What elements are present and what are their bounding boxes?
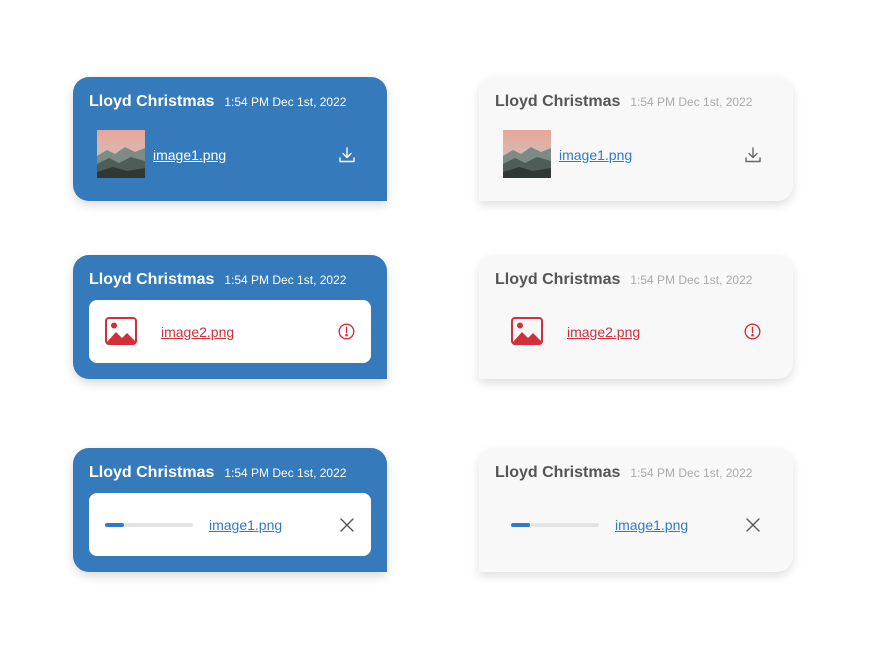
file-link[interactable]: image1.png (559, 147, 632, 163)
file-link[interactable]: image1.png (153, 147, 226, 163)
timestamp: 1:54 PM Dec 1st, 2022 (224, 95, 347, 109)
image-placeholder-icon (511, 317, 543, 350)
image-placeholder-icon (105, 317, 137, 350)
sender-name: Lloyd Christmas (495, 93, 621, 110)
image-thumbnail[interactable] (97, 130, 145, 178)
error-icon (744, 323, 761, 345)
message-header: Lloyd Christmas 1:54 PM Dec 1st, 2022 (89, 271, 346, 289)
message-header: Lloyd Christmas 1:54 PM Dec 1st, 2022 (495, 271, 752, 289)
close-icon[interactable] (340, 518, 354, 537)
file-link[interactable]: image2.png (567, 324, 640, 340)
message-bubble-sent-complete: Lloyd Christmas 1:54 PM Dec 1st, 2022 im… (73, 77, 387, 201)
upload-progress-bar (511, 523, 599, 527)
error-icon (338, 323, 355, 345)
message-header: Lloyd Christmas 1:54 PM Dec 1st, 2022 (495, 93, 752, 111)
message-header: Lloyd Christmas 1:54 PM Dec 1st, 2022 (495, 464, 752, 482)
timestamp: 1:54 PM Dec 1st, 2022 (630, 466, 753, 480)
message-bubble-received-uploading: Lloyd Christmas 1:54 PM Dec 1st, 2022 im… (479, 448, 793, 572)
message-bubble-received-error: Lloyd Christmas 1:54 PM Dec 1st, 2022 im… (479, 255, 793, 379)
message-bubble-sent-error: Lloyd Christmas 1:54 PM Dec 1st, 2022 im… (73, 255, 387, 379)
timestamp: 1:54 PM Dec 1st, 2022 (224, 466, 347, 480)
message-header: Lloyd Christmas 1:54 PM Dec 1st, 2022 (89, 464, 346, 482)
download-icon[interactable] (744, 146, 762, 169)
message-bubble-received-complete: Lloyd Christmas 1:54 PM Dec 1st, 2022 im… (479, 77, 793, 201)
download-icon[interactable] (338, 146, 356, 169)
timestamp: 1:54 PM Dec 1st, 2022 (630, 273, 753, 287)
timestamp: 1:54 PM Dec 1st, 2022 (630, 95, 753, 109)
attachment-box: image2.png (89, 300, 371, 363)
sender-name: Lloyd Christmas (89, 271, 215, 288)
upload-progress-fill (511, 523, 531, 527)
close-icon[interactable] (746, 518, 760, 537)
message-bubble-sent-uploading: Lloyd Christmas 1:54 PM Dec 1st, 2022 im… (73, 448, 387, 572)
file-link[interactable]: image1.png (209, 517, 282, 533)
upload-progress-bar (105, 523, 193, 527)
file-link[interactable]: image2.png (161, 324, 234, 340)
message-header: Lloyd Christmas 1:54 PM Dec 1st, 2022 (89, 93, 346, 111)
sender-name: Lloyd Christmas (495, 464, 621, 481)
timestamp: 1:54 PM Dec 1st, 2022 (224, 273, 347, 287)
file-link[interactable]: image1.png (615, 517, 688, 533)
sender-name: Lloyd Christmas (495, 271, 621, 288)
attachment-box: image1.png (89, 493, 371, 556)
sender-name: Lloyd Christmas (89, 93, 215, 110)
upload-progress-fill (105, 523, 125, 527)
image-thumbnail[interactable] (503, 130, 551, 178)
sender-name: Lloyd Christmas (89, 464, 215, 481)
